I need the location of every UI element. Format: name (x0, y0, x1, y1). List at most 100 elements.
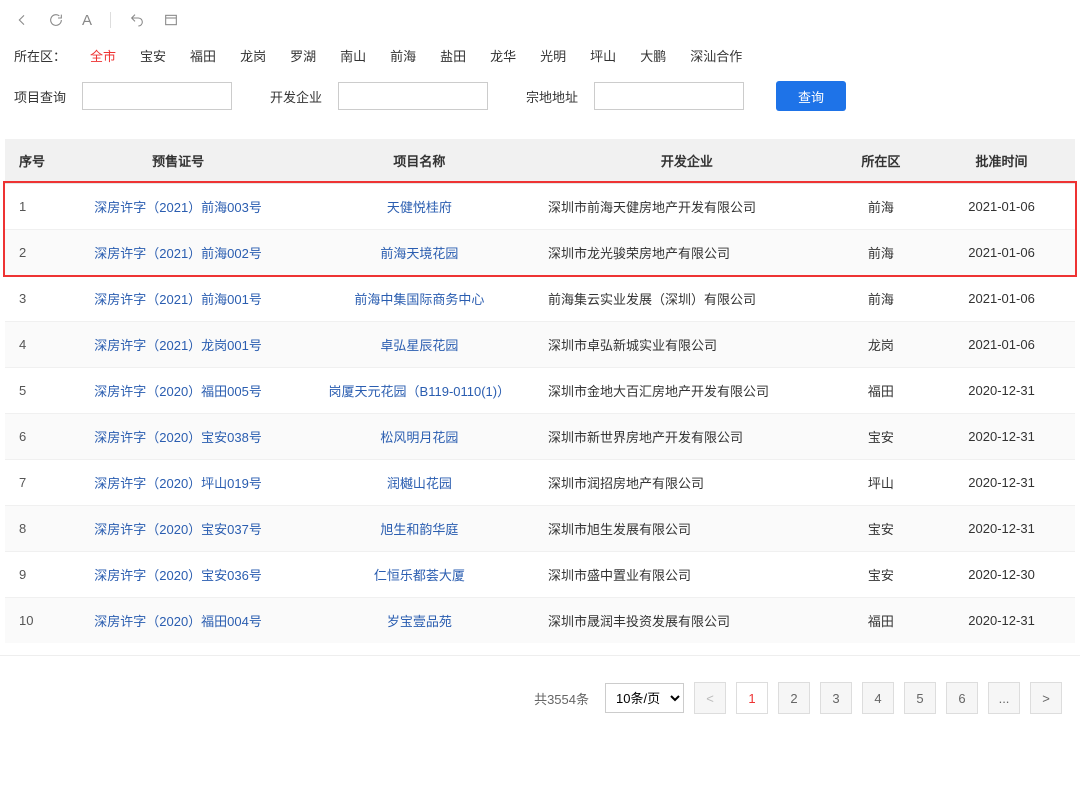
pagination: 共3554条 10条/页 < 123456 ... > (0, 655, 1080, 734)
page-ellipsis[interactable]: ... (988, 682, 1020, 714)
cell-cert: 深房许字（2021）前海003号 (57, 183, 298, 229)
cell-district: 龙岗 (834, 321, 928, 367)
project-link[interactable]: 仁恒乐都荟大厦 (374, 568, 465, 583)
cert-link[interactable]: 深房许字（2021）前海002号 (94, 246, 262, 261)
district-item[interactable]: 福田 (190, 46, 216, 65)
table-row: 9 深房许字（2020）宝安036号 仁恒乐都荟大厦 深圳市盛中置业有限公司宝安202… (5, 551, 1075, 597)
district-item[interactable]: 全市 (90, 46, 116, 65)
cell-cert: 深房许字（2020）宝安036号 (57, 551, 298, 597)
cert-link[interactable]: 深房许字（2021）龙岗001号 (94, 338, 262, 353)
district-item[interactable]: 罗湖 (290, 46, 316, 65)
project-link[interactable]: 前海中集国际商务中心 (354, 292, 484, 307)
district-item[interactable]: 南山 (340, 46, 366, 65)
cell-project: 前海中集国际商务中心 (299, 275, 540, 321)
developer-input[interactable] (338, 82, 488, 110)
cell-index: 4 (5, 321, 57, 367)
district-item[interactable]: 宝安 (140, 46, 166, 65)
parcel-input[interactable] (594, 82, 744, 110)
pagination-total: 共3554条 (534, 689, 589, 708)
project-link[interactable]: 润樾山花园 (387, 476, 452, 491)
page-number-button[interactable]: 3 (820, 682, 852, 714)
cert-link[interactable]: 深房许字（2020）福田005号 (94, 384, 262, 399)
cell-cert: 深房许字（2021）龙岗001号 (57, 321, 298, 367)
cell-project: 前海天境花园 (299, 229, 540, 275)
district-filter: 所在区： 全市宝安福田龙岗罗湖南山前海盐田龙华光明坪山大鹏深汕合作 (0, 40, 1080, 75)
district-item[interactable]: 坪山 (590, 46, 616, 65)
cert-link[interactable]: 深房许字（2020）福田004号 (94, 614, 262, 629)
cell-developer: 前海集云实业发展（深圳）有限公司 (540, 275, 834, 321)
cell-date: 2020-12-31 (928, 597, 1075, 643)
undo-icon[interactable] (129, 12, 145, 28)
cert-link[interactable]: 深房许字（2021）前海003号 (94, 200, 262, 215)
cell-project: 岗厦天元花园（B119-0110(1)） (299, 367, 540, 413)
cell-date: 2020-12-31 (928, 459, 1075, 505)
project-link[interactable]: 旭生和韵华庭 (380, 522, 458, 537)
cell-district: 宝安 (834, 551, 928, 597)
page-next-button[interactable]: > (1030, 682, 1062, 714)
table-row: 2深房许字（2021）前海002号前海天境花园深圳市龙光骏荣房地产有限公司前海2… (5, 229, 1075, 275)
parcel-label: 宗地地址 (526, 87, 578, 106)
table-header: 所在区 (834, 139, 928, 183)
cell-date: 2020-12-30 (928, 551, 1075, 597)
cell-district: 坪山 (834, 459, 928, 505)
table-row: 10深房许字（2020）福田004号岁宝壹品苑深圳市晟润丰投资发展有限公司福田2… (5, 597, 1075, 643)
page-number-button[interactable]: 4 (862, 682, 894, 714)
district-item[interactable]: 盐田 (440, 46, 466, 65)
cell-cert: 深房许字（2020）福田005号 (57, 367, 298, 413)
cell-index: 9 (5, 551, 57, 597)
cell-developer: 深圳市龙光骏荣房地产有限公司 (540, 229, 834, 275)
cell-index: 7 (5, 459, 57, 505)
text-a-icon[interactable]: A (82, 12, 92, 29)
page-number-button[interactable]: 6 (946, 682, 978, 714)
table-header: 项目名称 (299, 139, 540, 183)
page-size-select[interactable]: 10条/页 (605, 683, 684, 713)
back-icon[interactable] (14, 12, 30, 28)
project-query-label: 项目查询 (14, 87, 66, 106)
cell-district: 福田 (834, 367, 928, 413)
table-row: 3深房许字（2021）前海001号前海中集国际商务中心前海集云实业发展（深圳）有… (5, 275, 1075, 321)
project-link[interactable]: 卓弘星辰花园 (380, 338, 458, 353)
project-query-input[interactable] (82, 82, 232, 110)
search-button[interactable]: 查询 (776, 81, 846, 111)
project-link[interactable]: 岗厦天元花园（B119-0110(1)） (329, 384, 511, 399)
cell-index: 10 (5, 597, 57, 643)
cert-link[interactable]: 深房许字（2020）坪山019号 (94, 476, 262, 491)
district-item[interactable]: 深汕合作 (690, 46, 742, 65)
page-number-button[interactable]: 5 (904, 682, 936, 714)
cell-cert: 深房许字（2021）前海002号 (57, 229, 298, 275)
table-header: 预售证号 (57, 139, 298, 183)
district-item[interactable]: 前海 (390, 46, 416, 65)
project-link[interactable]: 岁宝壹品苑 (387, 614, 452, 629)
cell-developer: 深圳市旭生发展有限公司 (540, 505, 834, 551)
cert-link[interactable]: 深房许字（2020）宝安037号 (94, 522, 262, 537)
cell-project: 卓弘星辰花园 (299, 321, 540, 367)
district-item[interactable]: 龙岗 (240, 46, 266, 65)
toolbar: A (0, 0, 1080, 40)
cell-project: 天健悦桂府 (299, 183, 540, 229)
cell-developer: 深圳市盛中置业有限公司 (540, 551, 834, 597)
table-header: 开发企业 (540, 139, 834, 183)
cell-project: 润樾山花园 (299, 459, 540, 505)
cert-link[interactable]: 深房许字（2021）前海001号 (94, 292, 262, 307)
refresh-icon[interactable] (48, 12, 64, 28)
project-link[interactable]: 前海天境花园 (380, 246, 458, 261)
project-link[interactable]: 天健悦桂府 (387, 200, 452, 215)
results-table: 序号预售证号项目名称开发企业所在区批准时间 1深房许字（2021）前海003号天… (5, 139, 1075, 643)
district-item[interactable]: 光明 (540, 46, 566, 65)
cert-link[interactable]: 深房许字（2020）宝安038号 (94, 430, 262, 445)
district-item[interactable]: 大鹏 (640, 46, 666, 65)
project-link[interactable]: 松风明月花园 (380, 430, 458, 445)
cell-index: 1 (5, 183, 57, 229)
cell-developer: 深圳市新世界房地产开发有限公司 (540, 413, 834, 459)
page-number-button[interactable]: 2 (778, 682, 810, 714)
page-number-button[interactable]: 1 (736, 682, 768, 714)
cell-cert: 深房许字（2020）宝安037号 (57, 505, 298, 551)
window-icon[interactable] (163, 12, 179, 28)
page-prev-button[interactable]: < (694, 682, 726, 714)
district-item[interactable]: 龙华 (490, 46, 516, 65)
cell-district: 宝安 (834, 413, 928, 459)
cell-district: 前海 (834, 229, 928, 275)
cert-link[interactable]: 深房许字（2020）宝安036号 (94, 568, 262, 583)
cell-index: 5 (5, 367, 57, 413)
table-row: 6深房许字（2020）宝安038号松风明月花园深圳市新世界房地产开发有限公司宝安… (5, 413, 1075, 459)
